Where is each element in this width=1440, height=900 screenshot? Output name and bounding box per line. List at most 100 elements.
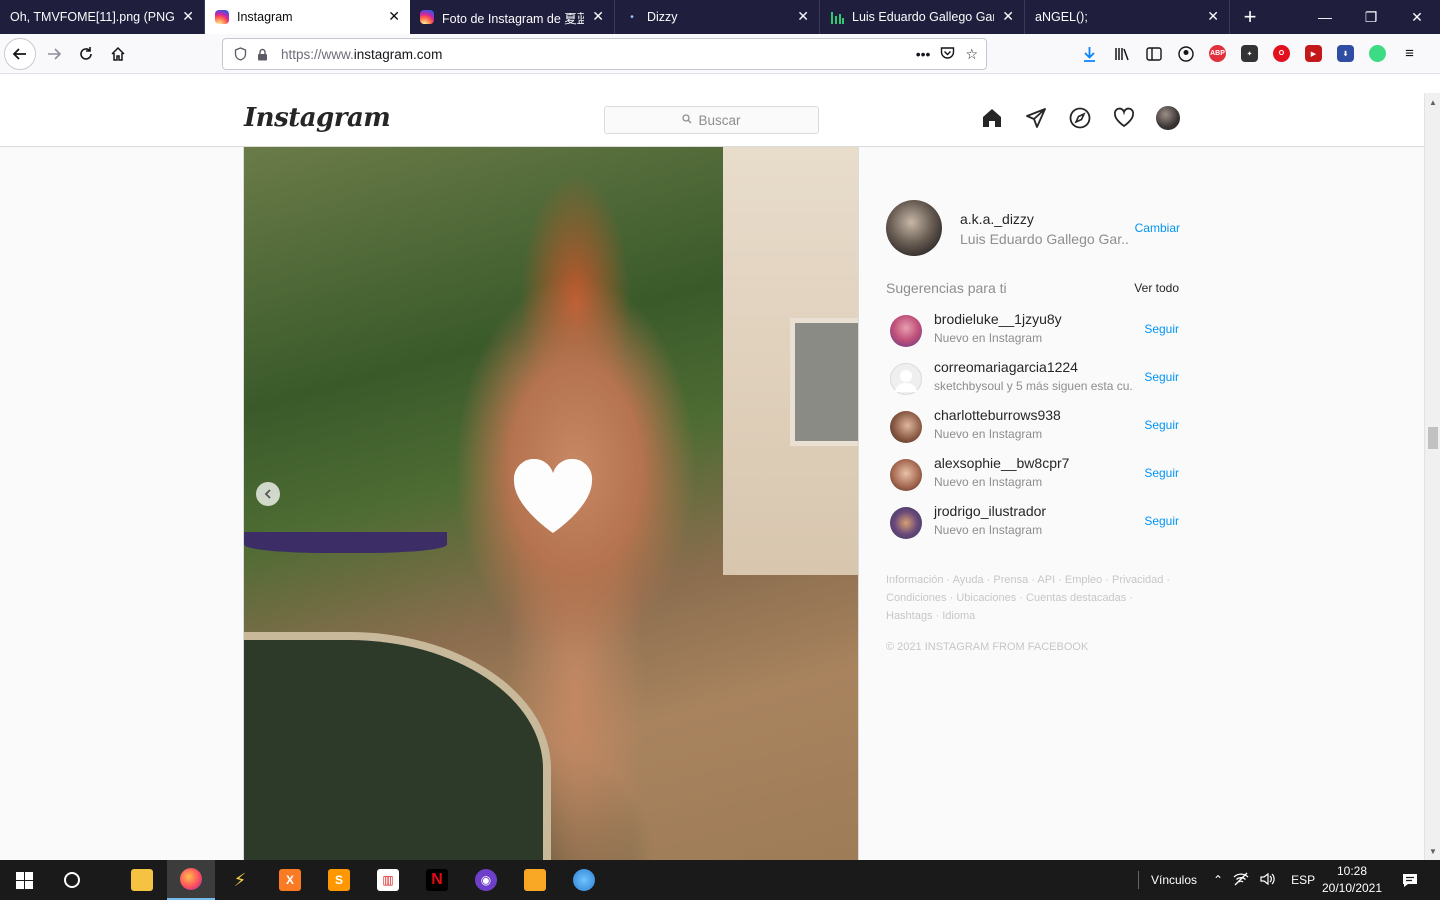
firefox-icon[interactable] [167,860,215,900]
footer-links-line[interactable]: Hashtags · Idioma [886,607,1180,625]
tab-instagram[interactable]: Instagram ✕ [205,0,410,34]
tab-strip: Oh, TMVFOME[11].png (PNG Im ✕ Instagram … [0,0,1440,34]
current-username[interactable]: a.k.a._dizzy [960,211,1034,227]
avatar[interactable] [890,363,922,395]
clock-time: 10:28 [1336,864,1368,878]
follow-button[interactable]: Seguir [1144,514,1179,528]
switch-account-button[interactable]: Cambiar [1135,221,1180,235]
tab-angel[interactable]: aNGEL(); ✕ [1025,0,1230,34]
home-button[interactable] [102,38,134,70]
url-text[interactable]: https://www.instagram.com [281,47,442,62]
page-actions-icon[interactable]: ••• [916,46,931,62]
scroll-down-icon[interactable]: ▼ [1425,844,1440,858]
avatar[interactable] [890,459,922,491]
footer-links-line[interactable]: Información · Ayuda · Prensa · API · Emp… [886,571,1180,589]
tray-links[interactable]: Vínculos [1138,860,1197,900]
notes-app-icon[interactable] [511,860,559,900]
activity-heart-icon[interactable] [1112,106,1136,130]
avatar[interactable] [886,200,942,256]
sublime-text-icon[interactable]: S [315,860,363,900]
footer-links-line[interactable]: Condiciones · Ubicaciones · Cuentas dest… [886,589,1180,607]
cortana-search-icon[interactable] [48,860,96,900]
tab-luis[interactable]: Luis Eduardo Gallego Garcí ✕ [820,0,1025,34]
suggestion-desc: Nuevo en Instagram [934,427,1043,441]
library-icon[interactable] [1110,42,1133,65]
netflix-icon[interactable]: N [413,860,461,900]
home-icon[interactable] [980,106,1004,130]
pocket-icon[interactable] [940,46,955,63]
clock[interactable]: 10:28 20/10/2021 [1316,863,1388,897]
avatar[interactable] [890,315,922,347]
xampp-icon[interactable]: X [266,860,314,900]
avatar[interactable] [890,507,922,539]
links-label[interactable]: Vínculos [1151,873,1197,887]
profile-avatar[interactable] [1156,106,1180,130]
tab-instagram-photo[interactable]: Foto de Instagram de 夏蓝 · ✕ [410,0,615,34]
follow-button[interactable]: Seguir [1144,322,1179,336]
current-user: a.k.a._dizzy Luis Eduardo Gallego Gar...… [886,200,1180,256]
lightning-app-icon[interactable]: ⚡ [216,860,264,900]
back-button[interactable] [4,38,36,70]
reload-button[interactable] [70,38,102,70]
youtube-icon[interactable]: ▶ [1302,42,1325,65]
start-button[interactable] [0,860,48,900]
post-image-container[interactable] [243,147,859,860]
follow-button[interactable]: Seguir [1144,418,1179,432]
explore-icon[interactable] [1068,106,1092,130]
tab-dizzy[interactable]: • Dizzy ✕ [615,0,820,34]
scrollbar-thumb[interactable] [1428,427,1438,449]
scroll-up-icon[interactable]: ▲ [1425,95,1440,109]
volume-icon[interactable] [1259,872,1275,889]
bookmark-star-icon[interactable]: ☆ [965,46,978,63]
suggestion-username[interactable]: jrodrigo_ilustrador [934,503,1046,519]
close-icon[interactable]: ✕ [797,9,809,23]
lock-icon[interactable] [251,43,273,65]
avatar[interactable] [890,411,922,443]
page-scrollbar[interactable]: ▲ ▼ [1424,93,1440,860]
chevron-up-icon[interactable]: ⌃ [1213,873,1223,887]
instagram-logo[interactable]: Instagram [244,103,391,133]
tab-image[interactable]: Oh, TMVFOME[11].png (PNG Im ✕ [0,0,205,34]
close-window-icon[interactable]: ✕ [1394,0,1440,34]
extension-icon[interactable]: ✦ [1238,42,1261,65]
shield-icon[interactable] [229,43,251,65]
close-icon[interactable]: ✕ [388,9,400,23]
suggestion-username[interactable]: alexsophie__bw8cpr7 [934,455,1069,471]
paint-icon[interactable] [560,860,608,900]
menu-icon[interactable]: ≡ [1398,42,1421,65]
windows-taskbar: ⚡ X S ▥ N ◉ Vínculos ⌃ ESP 10:28 20/10/2… [0,860,1440,900]
new-tab-button[interactable]: + [1230,0,1270,34]
minimize-icon[interactable]: — [1302,0,1348,34]
direct-message-icon[interactable] [1024,106,1048,130]
popcorn-time-icon[interactable]: ▥ [364,860,412,900]
follow-button[interactable]: Seguir [1144,370,1179,384]
network-icon[interactable] [1233,872,1249,889]
github-icon[interactable]: ◉ [462,860,510,900]
suggestion-username[interactable]: charlotteburrows938 [934,407,1061,423]
suggestion-username[interactable]: brodieluke__1jzyu8y [934,311,1062,327]
language-indicator[interactable]: ESP [1291,873,1315,887]
notifications-icon[interactable] [1386,860,1434,900]
see-all-link[interactable]: Ver todo [1134,281,1179,295]
close-icon[interactable]: ✕ [182,9,194,23]
android-icon[interactable] [1366,42,1389,65]
sidebar-icon[interactable] [1142,42,1165,65]
suggestion-username[interactable]: correomariagarcia1224 [934,359,1078,375]
file-explorer-icon[interactable] [118,860,166,900]
close-icon[interactable]: ✕ [1207,9,1219,23]
suggestion-item: charlotteburrows938 Nuevo en Instagram S… [886,407,1180,447]
adblock-plus-icon[interactable]: ABP [1206,42,1229,65]
close-icon[interactable]: ✕ [1002,9,1014,23]
search-input[interactable]: Buscar [604,106,819,134]
follow-button[interactable]: Seguir [1144,466,1179,480]
downloads-icon[interactable] [1078,42,1101,65]
opera-icon[interactable]: O [1270,42,1293,65]
restore-icon[interactable]: ❐ [1348,0,1394,34]
download-helper-icon[interactable]: ⬇ [1334,42,1357,65]
account-icon[interactable] [1174,42,1197,65]
suggestion-item: alexsophie__bw8cpr7 Nuevo en Instagram S… [886,455,1180,495]
close-icon[interactable]: ✕ [592,9,604,23]
previous-slide-button[interactable] [256,482,280,506]
forward-button[interactable] [38,38,70,70]
url-bar[interactable]: https://www.instagram.com ••• ☆ [222,38,987,70]
